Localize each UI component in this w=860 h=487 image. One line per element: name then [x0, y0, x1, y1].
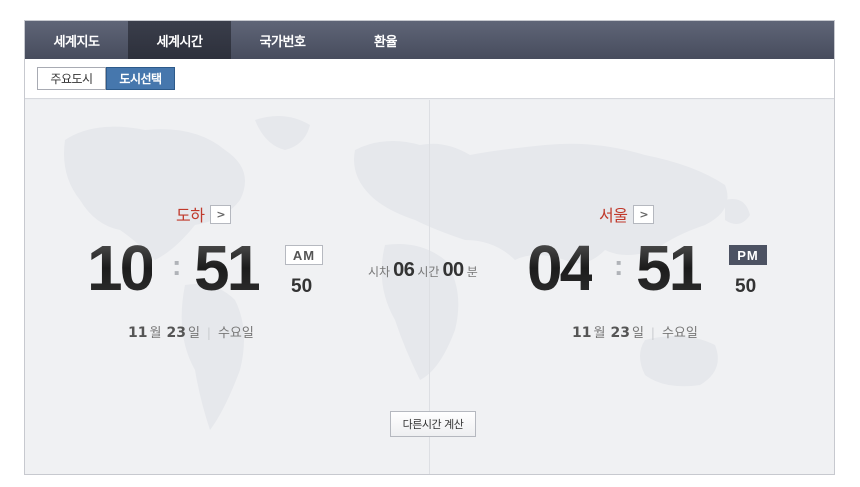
left-seconds: 50 — [291, 276, 313, 297]
left-date-day: 23 — [166, 325, 186, 341]
right-date: 11 월 23 일 | 수요일 — [572, 322, 698, 341]
left-hour: 10 — [87, 232, 155, 304]
right-minute: 51 — [636, 232, 704, 304]
right-date-day: 23 — [610, 325, 630, 341]
date-separator: | — [206, 326, 211, 340]
time-difference: 시차 06 시간 00 분 — [368, 259, 478, 282]
tab-exchange-rate[interactable]: 환율 — [334, 21, 437, 59]
chevron-right-icon[interactable]: > — [210, 204, 232, 224]
right-city-name: 서울 — [599, 206, 628, 225]
clock-panel: 도하 > 10 : 51 AM 50 11 월 23 일 | 수요일 시차 06… — [25, 100, 834, 474]
left-ampm-badge: AM — [285, 245, 323, 265]
tab-world-map[interactable]: 세계지도 — [25, 21, 128, 59]
tab-country-code[interactable]: 국가번호 — [231, 21, 334, 59]
time-difference-hours-unit: 시간 — [417, 265, 440, 279]
subtab-select-city[interactable]: 도시선택 — [106, 67, 175, 90]
time-difference-hours: 06 — [393, 259, 415, 281]
right-city: 서울 > — [599, 202, 655, 226]
main-tab-bar: 세계지도 세계시간 국가번호 환율 — [25, 21, 834, 59]
left-date-month: 11 — [128, 325, 148, 341]
time-difference-minutes-unit: 분 — [466, 265, 478, 279]
left-date-month-unit: 월 — [149, 326, 162, 341]
right-colon: : — [614, 250, 624, 281]
right-date-month: 11 — [572, 325, 592, 341]
time-difference-minutes: 00 — [442, 259, 464, 281]
right-date-day-unit: 일 — [631, 326, 644, 341]
tab-world-time[interactable]: 세계시간 — [128, 21, 231, 59]
left-date-day-unit: 일 — [187, 326, 200, 341]
left-city: 도하 > — [176, 202, 232, 226]
left-colon: : — [172, 250, 182, 281]
left-date: 11 월 23 일 | 수요일 — [128, 322, 254, 341]
time-difference-label: 시차 — [368, 265, 391, 279]
chevron-right-icon[interactable]: > — [633, 204, 655, 224]
left-city-name: 도하 — [176, 206, 205, 225]
right-date-month-unit: 월 — [593, 326, 606, 341]
right-weekday: 수요일 — [661, 326, 698, 341]
subtab-major-cities[interactable]: 주요도시 — [37, 67, 106, 90]
left-weekday: 수요일 — [217, 326, 254, 341]
sub-tab-bar: 주요도시 도시선택 — [25, 59, 834, 99]
date-separator: | — [650, 326, 655, 340]
right-seconds: 50 — [735, 276, 757, 297]
right-hour: 04 — [527, 232, 595, 304]
world-time-widget: 세계지도 세계시간 국가번호 환율 주요도시 도시선택 도하 > 10 : 51… — [24, 20, 835, 475]
calculate-other-time-button[interactable]: 다른시간 계산 — [390, 411, 476, 437]
right-ampm-badge: PM — [729, 245, 767, 265]
left-minute: 51 — [194, 232, 262, 304]
